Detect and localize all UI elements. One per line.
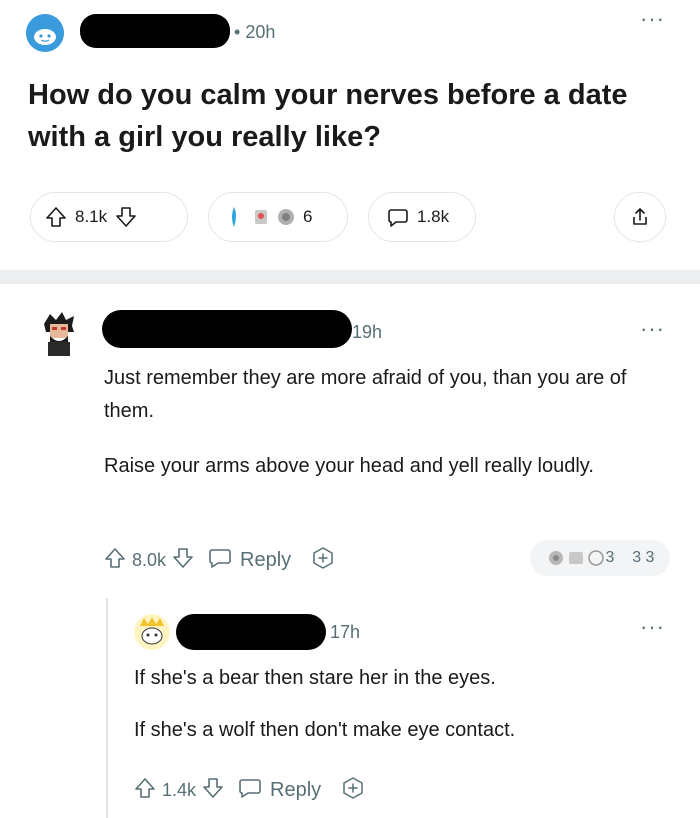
upvote-icon[interactable] <box>134 777 156 804</box>
thread-line <box>106 598 108 818</box>
comment1-avatar[interactable] <box>36 310 82 356</box>
post-title: How do you calm your nerves before a dat… <box>28 79 628 153</box>
comment2-vote-count: 1.4k <box>162 780 197 800</box>
comment1-awards[interactable]: 3 3 3 <box>530 540 670 576</box>
post-awards-pill[interactable]: 6 <box>208 192 348 242</box>
share-button[interactable] <box>614 192 666 242</box>
post-vote-count: 8.1k <box>75 207 108 226</box>
section-divider <box>0 270 700 284</box>
downvote-icon[interactable] <box>115 206 137 228</box>
post: • 20h ··· How do you calm your nerves be… <box>0 0 700 270</box>
downvote-icon[interactable] <box>172 547 194 574</box>
post-avatar[interactable] <box>26 14 64 52</box>
post-timestamp: • 20h <box>234 22 276 42</box>
reply-label: Reply <box>270 779 322 801</box>
redacted-username <box>176 614 326 650</box>
comment1-vote-count: 8.0k <box>132 550 167 570</box>
redacted-username <box>102 310 352 348</box>
award-flame-icon <box>229 205 239 229</box>
comment-bubble-icon <box>387 206 409 228</box>
share-icon <box>629 206 651 228</box>
comment-bubble-icon <box>238 777 262 805</box>
comment1-paragraph: Raise your arms above your head and yell… <box>104 455 594 477</box>
comment1-more-options-icon[interactable]: ··· <box>640 318 665 340</box>
comment1-paragraph: Just remember they are more afraid of yo… <box>104 367 627 422</box>
snoo-avatar-icon <box>134 614 170 650</box>
comment1-reply-button[interactable]: Reply <box>208 547 291 575</box>
award-medal-icon <box>568 552 583 564</box>
award-badge-icon <box>548 551 563 565</box>
post-award-count: 6 <box>303 207 313 226</box>
comment1-actions: 8.0k Reply <box>104 546 335 575</box>
post-more-options-icon[interactable]: ··· <box>640 8 665 30</box>
award-face-icon <box>587 550 604 566</box>
upvote-icon[interactable] <box>45 206 67 228</box>
snoo-avatar-icon <box>26 14 64 52</box>
comment2-timestamp: 17h <box>330 622 361 642</box>
upvote-icon[interactable] <box>104 547 126 574</box>
comment2-actions: 1.4k Reply <box>134 776 365 805</box>
post-vote-pill: 8.1k <box>30 192 188 242</box>
post-comment-count: 1.8k <box>417 207 450 226</box>
give-award-icon[interactable] <box>341 776 365 805</box>
comment2-avatar[interactable] <box>134 614 170 650</box>
downvote-icon[interactable] <box>202 777 224 804</box>
character-avatar-icon <box>36 310 82 356</box>
comment-bubble-icon <box>208 547 232 575</box>
comment1-award-counts: 3 3 3 <box>605 549 655 566</box>
comment2-more-options-icon[interactable]: ··· <box>640 616 665 638</box>
give-award-icon[interactable] <box>311 546 335 575</box>
award-badge-icon <box>253 206 275 228</box>
reply-label: Reply <box>240 549 292 571</box>
comment2-reply-button[interactable]: Reply <box>238 777 321 805</box>
comment1-timestamp: 19h <box>352 322 383 342</box>
redacted-username <box>80 14 230 48</box>
comment2-paragraph: If she's a wolf then don't make eye cont… <box>134 719 516 741</box>
post-comments-pill[interactable]: 1.8k <box>368 192 476 242</box>
award-medal-icon <box>275 206 297 228</box>
comment2-paragraph: If she's a bear then stare her in the ey… <box>134 667 496 689</box>
